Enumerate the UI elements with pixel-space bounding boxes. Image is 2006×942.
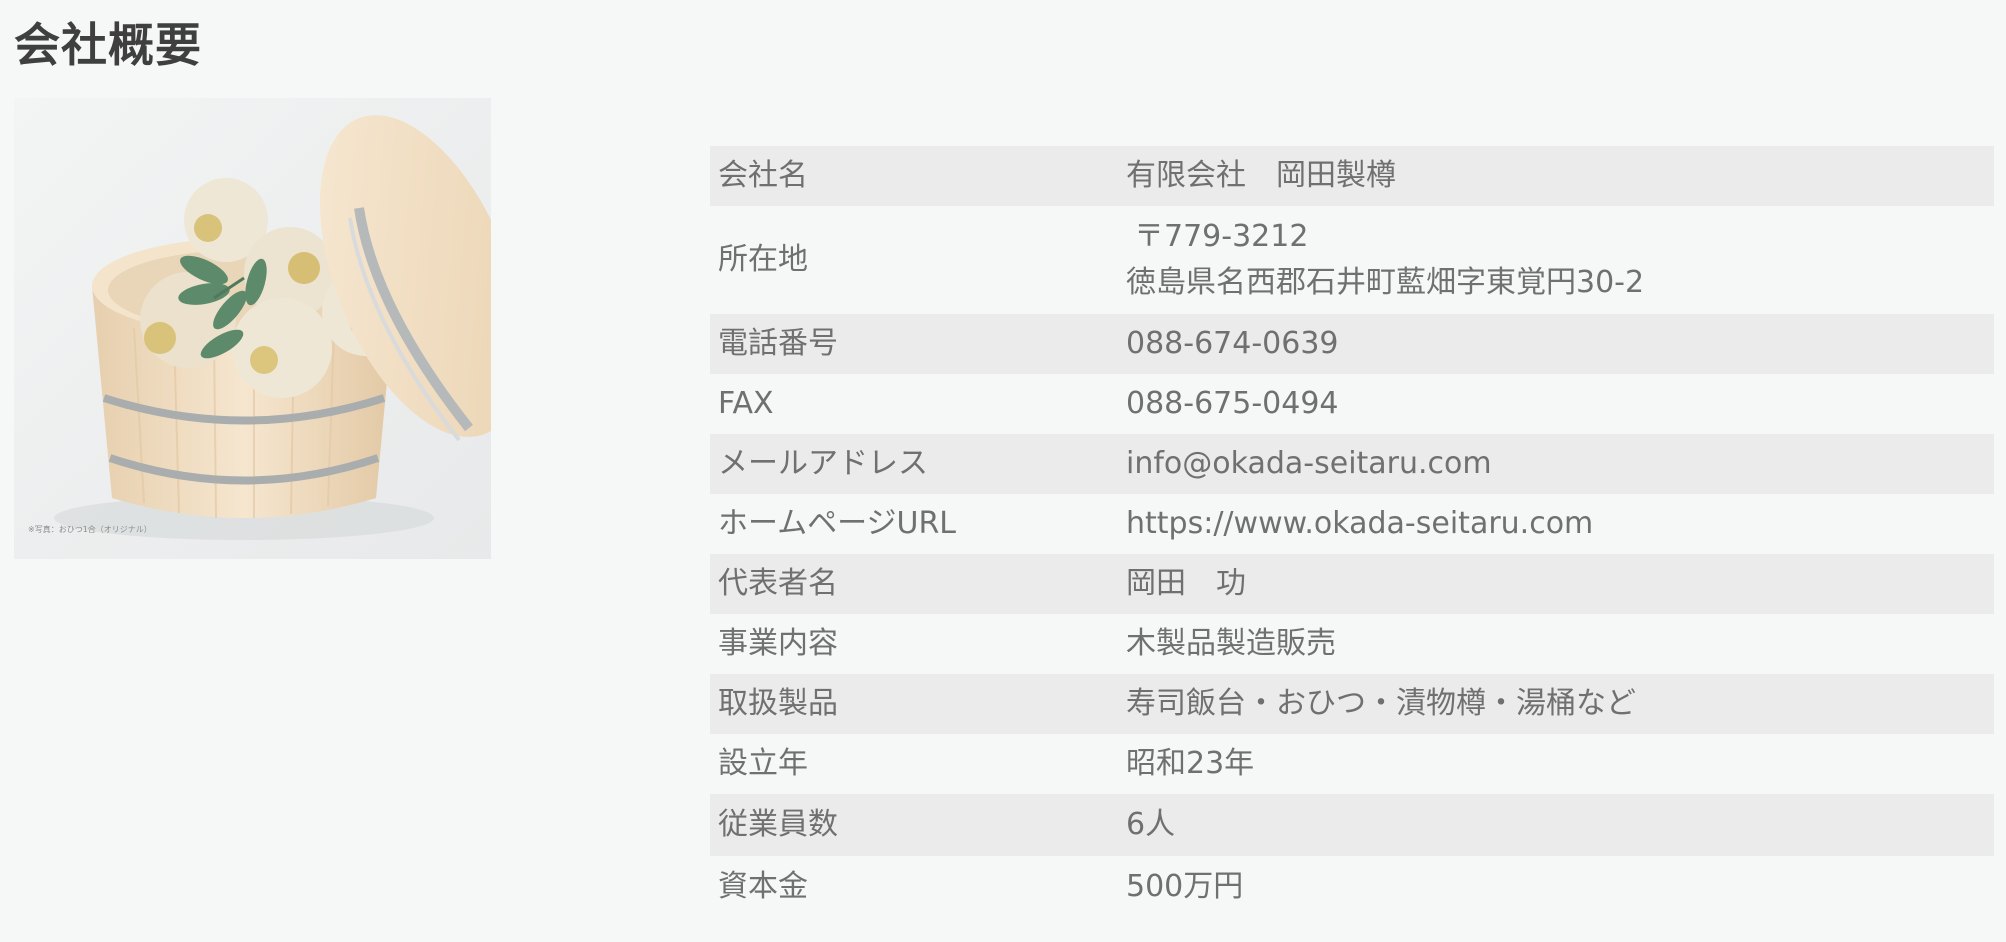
established-label: 設立年 (718, 746, 808, 781)
row-homepage: ホームページURL https://www.okada-seitaru.com (710, 494, 1994, 554)
business-label: 事業内容 (718, 626, 838, 661)
representative-value: 岡田 功 (1126, 566, 1246, 601)
postal-code: 〒779-3212 (1134, 219, 1309, 254)
address-line: 徳島県名西郡石井町藍畑字東覚円30-2 (1126, 265, 1645, 300)
company-name-label: 会社名 (718, 158, 808, 193)
products-label: 取扱製品 (718, 686, 838, 721)
established-value: 昭和23年 (1126, 746, 1255, 781)
product-photo-ohitsu: ※写真：おひつ1合（オリジナル） (14, 98, 491, 559)
capital-value: 500万円 (1126, 869, 1244, 904)
fax-value: 088-675-0494 (1126, 386, 1339, 421)
fax-label: FAX (718, 386, 774, 421)
row-phone: 電話番号 088-674-0639 (710, 314, 1994, 374)
employees-value: 6人 (1126, 807, 1176, 842)
address-label: 所在地 (718, 242, 808, 277)
email-link[interactable]: info@okada-seitaru.com (1118, 434, 1994, 494)
row-business: 事業内容 木製品製造販売 (710, 614, 1994, 674)
row-products: 取扱製品 寿司飯台・おひつ・漬物樽・湯桶など (710, 674, 1994, 734)
business-value: 木製品製造販売 (1126, 626, 1336, 661)
row-capital: 資本金 500万円 (710, 856, 1994, 918)
row-email: メールアドレス info@okada-seitaru.com (710, 434, 1994, 494)
row-employees: 従業員数 6人 (710, 794, 1994, 856)
homepage-link[interactable]: https://www.okada-seitaru.com (1118, 494, 1994, 554)
row-established: 設立年 昭和23年 (710, 734, 1994, 794)
company-info-table: 会社名 有限会社 岡田製樽 所在地 〒779-3212 徳島県名西郡石井町藍畑字… (710, 146, 1994, 918)
email-label: メールアドレス (718, 446, 928, 481)
row-address: 所在地 〒779-3212 徳島県名西郡石井町藍畑字東覚円30-2 (710, 206, 1994, 314)
page-title: 会社概要 (14, 18, 202, 72)
company-name-value: 有限会社 岡田製樽 (1126, 158, 1396, 193)
address-value: 〒779-3212 徳島県名西郡石井町藍畑字東覚円30-2 (1118, 206, 1994, 314)
ohitsu-illustration: ※写真：おひつ1合（オリジナル） (14, 98, 491, 559)
representative-label: 代表者名 (718, 566, 838, 601)
homepage-label: ホームページURL (718, 506, 957, 541)
row-representative: 代表者名 岡田 功 (710, 554, 1994, 614)
employees-label: 従業員数 (718, 807, 838, 842)
phone-label: 電話番号 (718, 326, 838, 361)
photo-caption: ※写真：おひつ1合（オリジナル） (28, 524, 152, 534)
phone-value: 088-674-0639 (1126, 326, 1339, 361)
products-value: 寿司飯台・おひつ・漬物樽・湯桶など (1126, 686, 1636, 721)
capital-label: 資本金 (718, 869, 808, 904)
row-fax: FAX 088-675-0494 (710, 374, 1994, 434)
row-company-name: 会社名 有限会社 岡田製樽 (710, 146, 1994, 206)
